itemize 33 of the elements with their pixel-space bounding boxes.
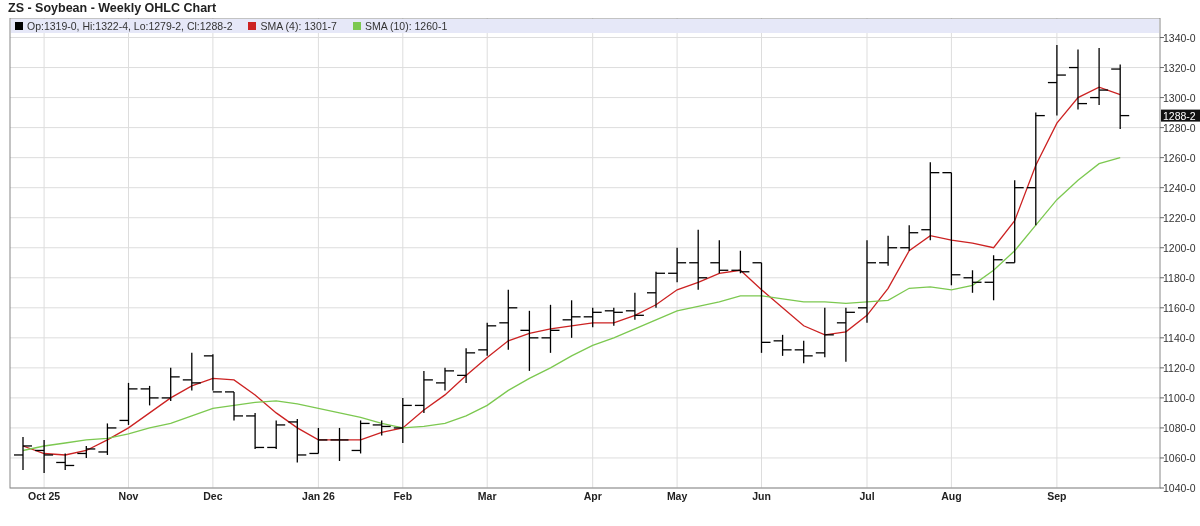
x-axis-label: Jun <box>752 490 771 502</box>
legend-text: Op:1319-0, Hi:1322-4, Lo:1279-2, Cl:1288-2 <box>27 20 233 32</box>
x-axis-label: Nov <box>118 490 139 502</box>
y-axis-label: 1260-0 <box>1163 151 1196 164</box>
legend-text: SMA (10): 1260-1 <box>364 20 448 32</box>
x-axis-label: Dec <box>203 490 223 502</box>
y-axis-label: 1100-0 <box>1163 391 1195 404</box>
y-axis-label: 1280-0 <box>1163 121 1196 134</box>
y-axis-label: 1120-0 <box>1163 361 1195 374</box>
last-price-label: 1288-2 <box>1161 109 1200 122</box>
y-axis-label: 1200-0 <box>1163 241 1196 254</box>
y-axis-label: 1040-0 <box>1163 482 1196 494</box>
x-axis-label: May <box>666 490 688 502</box>
y-axis-label: 1060-0 <box>1163 451 1196 464</box>
x-axis-label: Sep <box>1047 490 1067 502</box>
y-axis-label: 1140-0 <box>1163 331 1195 344</box>
y-axis-label: 1320-0 <box>1163 61 1196 74</box>
x-axis-label: Jan 26 <box>302 490 335 502</box>
x-axis-label: Jul <box>859 490 875 502</box>
legend-text: SMA (4): 1301-7 <box>260 20 337 32</box>
y-axis-label: 1240-0 <box>1163 181 1196 194</box>
x-axis-label: Oct 25 <box>28 490 61 502</box>
y-axis-label: 1160-0 <box>1163 301 1195 314</box>
y-axis-label: 1300-0 <box>1163 91 1196 104</box>
chart-title: ZS - Soybean - Weekly OHLC Chart <box>7 0 217 17</box>
x-axis-label: Mar <box>477 490 497 502</box>
y-axis-label: 1220-0 <box>1163 211 1196 224</box>
x-axis-label: Aug <box>941 490 962 502</box>
x-axis-label: Apr <box>583 490 602 502</box>
x-axis-label: Feb <box>393 490 413 502</box>
y-axis-label: 1080-0 <box>1163 421 1196 434</box>
y-axis-label: 1180-0 <box>1163 271 1195 284</box>
y-axis-label: 1340-0 <box>1163 31 1196 44</box>
